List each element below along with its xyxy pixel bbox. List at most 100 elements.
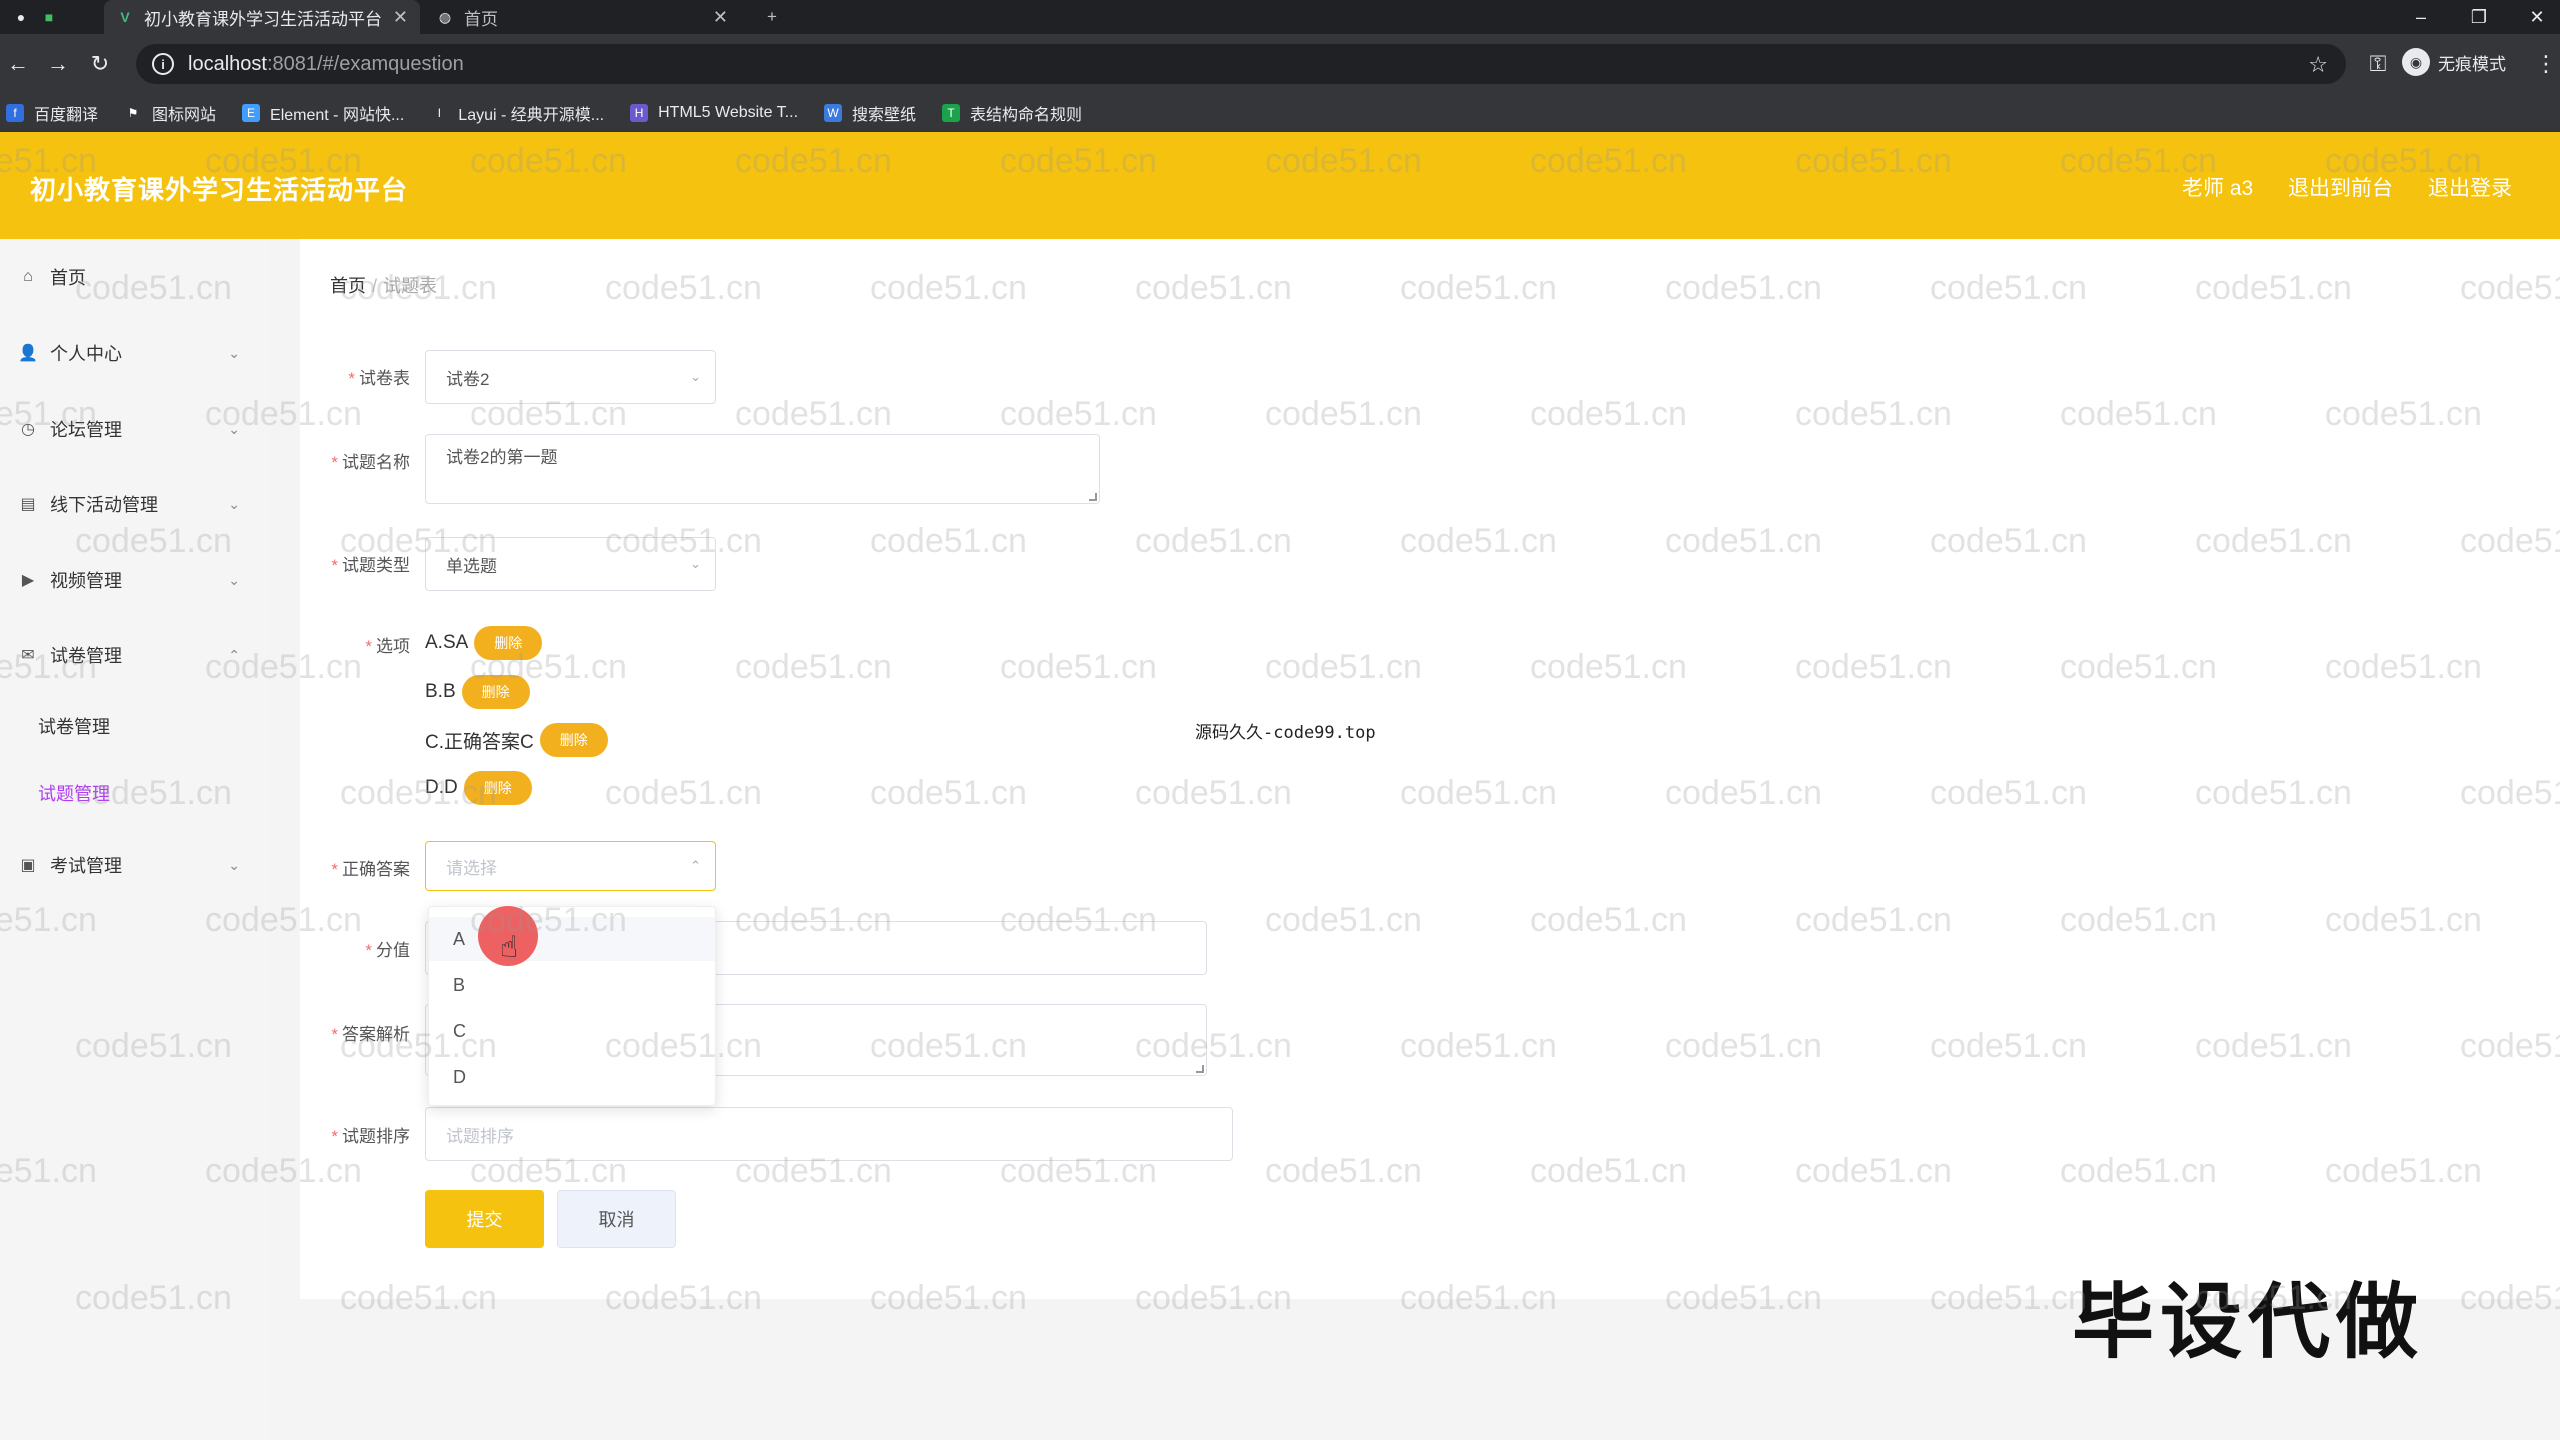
name-textarea[interactable]: 试卷2的第一题 — [425, 434, 1100, 504]
current-user: 老师 a3 — [2182, 177, 2254, 200]
bookmark-item[interactable]: E Element - 网站快... — [242, 101, 404, 125]
sidebar-item-label: 线下活动管理 — [50, 495, 158, 515]
breadcrumb: 首页 / 试题表 — [330, 272, 437, 298]
mail-icon: ✉ — [21, 647, 35, 664]
sidebar-item-exams[interactable]: ▣ 考试管理 ⌄ — [0, 845, 270, 885]
info-icon[interactable]: i — [152, 53, 174, 75]
sidebar-subitem-papers[interactable]: 试卷管理 — [38, 713, 110, 739]
window-close-icon[interactable]: ✕ — [2514, 0, 2560, 34]
sidebar-item-home[interactable]: ⌂ 首页 — [0, 257, 270, 297]
order-input[interactable]: 试题排序 — [425, 1107, 1233, 1161]
name-label: * 试题名称 — [331, 453, 410, 472]
front-link[interactable]: 退出到前台 — [2288, 172, 2393, 202]
home-icon: ⌂ — [23, 268, 33, 285]
bookmark-item[interactable]: H HTML5 Website T... — [630, 104, 798, 122]
order-placeholder: 试题排序 — [446, 1126, 514, 1146]
options-label: * 选项 — [365, 637, 410, 656]
chrome-icon: ● — [16, 9, 26, 25]
paper-select-value: 试卷2 — [446, 369, 490, 389]
sidebar-item-label: 试卷管理 — [50, 646, 122, 666]
chevron-down-icon: ⌄ — [228, 571, 240, 588]
app-icon: ■ — [44, 9, 54, 25]
logout-link[interactable]: 退出登录 — [2428, 172, 2512, 202]
bookmark-item[interactable]: T 表结构命名规则 — [942, 101, 1082, 125]
table-icon: T — [942, 104, 961, 122]
option-text: C.正确答案C — [425, 731, 534, 753]
sidebar-item-label: 考试管理 — [50, 856, 122, 876]
sidebar-subitem-questions[interactable]: 试题管理 — [38, 780, 110, 806]
delete-option-button[interactable]: 删除 — [461, 675, 530, 709]
back-icon[interactable]: ← — [2, 48, 34, 80]
chevron-down-icon: ⌄ — [228, 856, 240, 873]
star-icon[interactable]: ☆ — [2308, 52, 2328, 78]
app-header: 初小教育课外学习生活活动平台 老师 a3 退出到前台 退出登录 — [0, 132, 2560, 239]
name-value: 试卷2的第一题 — [446, 448, 558, 467]
paper-select[interactable]: 试卷2 ⌄ — [425, 350, 716, 404]
option-row: C.正确答案C 删除 — [425, 723, 608, 757]
sidebar-item-profile[interactable]: 👤 个人中心 ⌄ — [0, 333, 270, 373]
type-select[interactable]: 单选题 ⌄ — [425, 537, 716, 591]
more-icon[interactable]: ⋮ — [2530, 48, 2560, 80]
incognito-badge[interactable]: ◉ 无痕模式 — [2402, 48, 2506, 76]
tab-title: 首页 — [464, 9, 498, 29]
sidebar-item-video[interactable]: ▶ 视频管理 ⌄ — [0, 560, 270, 600]
bookmark-item[interactable]: f 百度翻译 — [6, 101, 98, 125]
layui-icon: l — [437, 106, 441, 120]
tab-home[interactable]: ◍ 首页 ✕ — [424, 0, 740, 34]
sidebar-item-forum[interactable]: ◷ 论坛管理 ⌄ — [0, 409, 270, 449]
dropdown-option-c[interactable]: C — [429, 1009, 715, 1053]
option-text: B.B — [425, 681, 456, 702]
chevron-down-icon: ⌄ — [690, 556, 701, 571]
clock-icon: ◷ — [21, 421, 35, 438]
video-icon: ▶ — [21, 572, 35, 589]
breadcrumb-sep: / — [372, 276, 378, 296]
browser-menu[interactable]: ● ■ — [0, 0, 100, 34]
incognito-icon: ◉ — [2402, 48, 2430, 76]
delete-option-button[interactable]: 删除 — [463, 771, 532, 805]
bookmark-item[interactable]: ⚑ 图标网站 — [124, 101, 216, 125]
resize-handle[interactable] — [1196, 1065, 1204, 1073]
type-label: * 试题类型 — [331, 556, 410, 575]
forward-icon[interactable]: → — [42, 48, 74, 80]
chevron-down-icon: ⌄ — [228, 420, 240, 437]
score-label: * 分值 — [365, 941, 410, 960]
dropdown-option-d[interactable]: D — [429, 1055, 715, 1099]
key-icon[interactable]: ⚿ — [2362, 48, 2394, 80]
incognito-label: 无痕模式 — [2438, 54, 2506, 74]
cancel-button[interactable]: 取消 — [557, 1190, 676, 1248]
new-tab-button[interactable]: + — [752, 0, 792, 34]
sidebar-item-label: 个人中心 — [50, 344, 122, 364]
sidebar-item-label: 论坛管理 — [50, 420, 122, 440]
delete-option-button[interactable]: 删除 — [474, 626, 543, 660]
option-row: D.D 删除 — [425, 771, 532, 805]
close-icon[interactable]: ✕ — [393, 7, 408, 28]
wallpaper-icon: W — [824, 104, 843, 122]
doc-icon: ▤ — [20, 496, 36, 513]
html5-icon: H — [630, 104, 649, 122]
dropdown-option-b[interactable]: B — [429, 963, 715, 1007]
submit-button[interactable]: 提交 — [425, 1190, 544, 1248]
sidebar-item-label: 首页 — [50, 268, 86, 288]
answer-select[interactable]: 请选择 ⌃ — [425, 841, 716, 891]
restore-icon[interactable]: ❐ — [2456, 0, 2502, 34]
url-host: localhost — [188, 52, 267, 75]
sidebar-item-activities[interactable]: ▤ 线下活动管理 ⌄ — [0, 484, 270, 524]
delete-option-button[interactable]: 删除 — [539, 723, 608, 757]
close-icon[interactable]: ✕ — [713, 7, 728, 28]
resize-handle[interactable] — [1089, 493, 1097, 501]
tab-active[interactable]: V 初小教育课外学习生活活动平台 ✕ — [104, 0, 420, 34]
breadcrumb-home[interactable]: 首页 — [330, 276, 366, 296]
option-row: B.B 删除 — [425, 675, 530, 709]
bookmark-item[interactable]: W 搜索壁纸 — [824, 101, 916, 125]
url-input[interactable]: i localhost:8081/#/examquestion ☆ — [136, 44, 2346, 84]
sidebar-item-papers[interactable]: ✉ 试卷管理 ⌃ — [0, 635, 270, 675]
option-row: A.SA 删除 — [425, 626, 543, 660]
flag-icon: ⚑ — [127, 106, 139, 120]
dropdown-option-a[interactable]: A — [429, 917, 715, 961]
minimize-icon[interactable]: – — [2398, 0, 2444, 34]
url-path: :8081/#/examquestion — [266, 52, 464, 75]
paper-label: * 试卷表 — [348, 369, 410, 388]
bookmark-item[interactable]: l Layui - 经典开源模... — [430, 101, 604, 125]
bookmark-label: Element - 网站快... — [270, 107, 405, 124]
reload-icon[interactable]: ↻ — [84, 48, 116, 80]
